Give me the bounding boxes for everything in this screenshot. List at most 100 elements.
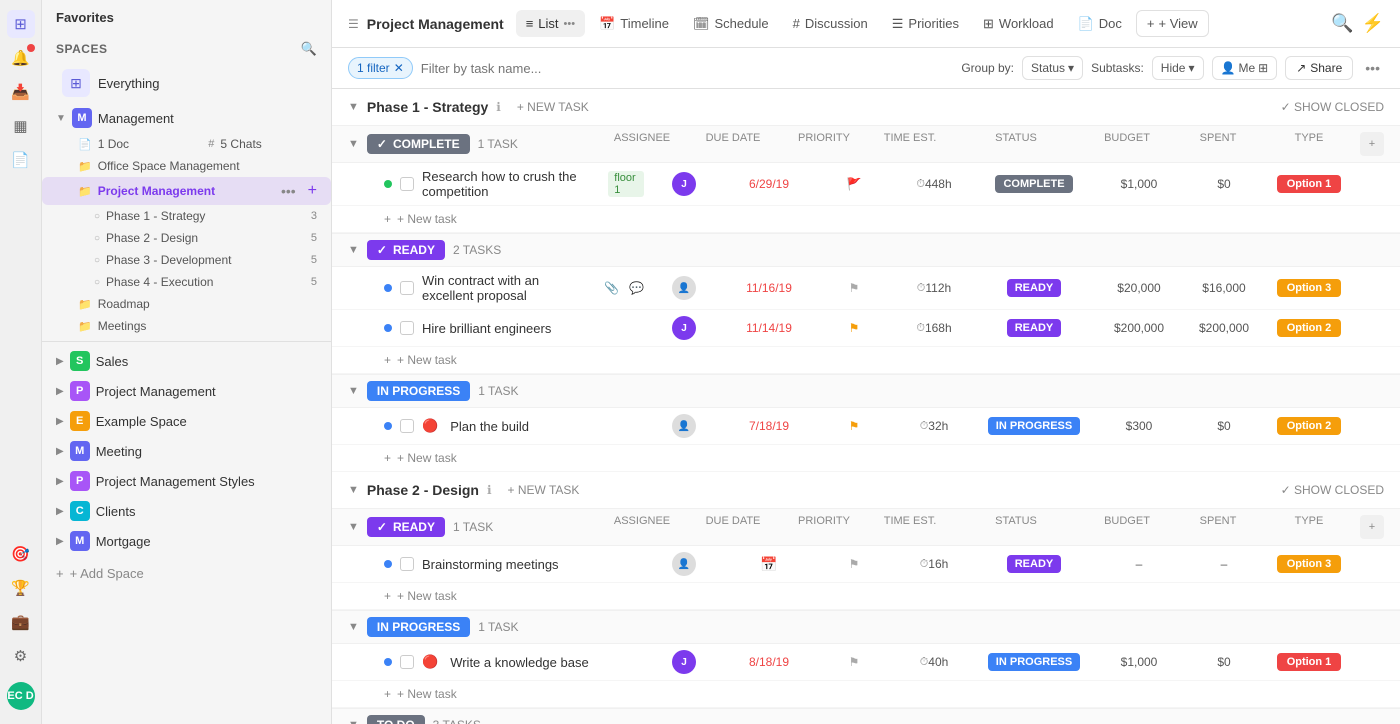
task-checkbox[interactable] xyxy=(400,177,414,191)
todo-badge[interactable]: TO DO xyxy=(367,715,425,724)
project-management-item[interactable]: 📁 Project Management ••• + xyxy=(42,177,331,205)
group-by-btn[interactable]: Status ▾ xyxy=(1022,56,1083,80)
complete-badge[interactable]: ✓ COMPLETE xyxy=(367,134,470,154)
plan-type: Option 2 xyxy=(1264,417,1354,435)
complete-chevron[interactable]: ▼ xyxy=(348,138,359,150)
tab-timeline[interactable]: 📅 Timeline xyxy=(589,10,679,38)
management-doc-item[interactable]: 📄 1 Doc # 5 Chats xyxy=(42,133,331,155)
me-btn[interactable]: 👤 Me ⊞ xyxy=(1212,56,1278,80)
new-task-ready2[interactable]: + + New task xyxy=(332,583,1400,610)
add-col-btn2[interactable]: + xyxy=(1360,515,1384,539)
settings-icon[interactable]: ⚙ xyxy=(7,642,35,670)
office-space-item[interactable]: 📁 Office Space Management xyxy=(42,155,331,177)
pm-styles-space[interactable]: ▶ P Project Management Styles xyxy=(42,466,331,496)
plan-check[interactable] xyxy=(400,419,414,433)
inprogress-chevron[interactable]: ▼ xyxy=(348,385,359,397)
ready-badge[interactable]: ✓ READY xyxy=(367,240,445,260)
add-view-btn[interactable]: + + View xyxy=(1136,10,1209,37)
phase1-new-task-link[interactable]: + NEW TASK xyxy=(517,100,589,114)
grid-icon[interactable]: ▦ xyxy=(7,112,35,140)
new-task-inprogress2[interactable]: + + New task xyxy=(332,681,1400,708)
bell-icon[interactable]: 🔔 xyxy=(7,44,35,72)
phase2-header[interactable]: ▼ Phase 2 - Design ℹ + NEW TASK ✓ SHOW C… xyxy=(332,472,1400,508)
filter-input[interactable] xyxy=(421,61,954,76)
example-space[interactable]: ▶ E Example Space xyxy=(42,406,331,436)
roadmap-item[interactable]: 📁 Roadmap xyxy=(42,293,331,315)
doc-icon[interactable]: 📄 xyxy=(7,146,35,174)
task-row-hire[interactable]: Hire brilliant engineers J 11/14/19 ⚑ ⏱ … xyxy=(332,310,1400,347)
pm-more-icon[interactable]: ••• xyxy=(277,181,300,201)
todo-chevron[interactable]: ▼ xyxy=(348,719,359,724)
hire-check[interactable] xyxy=(400,321,414,335)
inprogress-badge[interactable]: IN PROGRESS xyxy=(367,381,470,401)
search-icon[interactable]: 🔍 xyxy=(301,41,317,57)
inprogress2-chevron[interactable]: ▼ xyxy=(348,621,359,633)
task-row-write[interactable]: 🔴 Write a knowledge base J 8/18/19 ⚑ ⏱ 4… xyxy=(332,644,1400,681)
phase2-design-item[interactable]: ○ Phase 2 - Design 5 xyxy=(42,227,331,249)
phase1-count: 3 xyxy=(311,210,317,222)
phase2-show-closed[interactable]: ✓ SHOW CLOSED xyxy=(1281,483,1384,497)
win-check[interactable] xyxy=(400,281,414,295)
lightning-icon[interactable]: ⚡ xyxy=(1362,13,1384,34)
task-row-plan[interactable]: 🔴 Plan the build 👤 7/18/19 ⚑ ⏱ 32h IN PR… xyxy=(332,408,1400,445)
task-row-win[interactable]: Win contract with an excellent proposal … xyxy=(332,267,1400,310)
row-more[interactable] xyxy=(1354,182,1384,186)
briefcase-icon[interactable]: 💼 xyxy=(7,608,35,636)
phase2-new-task-link[interactable]: + NEW TASK xyxy=(508,483,580,497)
phase1-strategy-item[interactable]: ○ Phase 1 - Strategy 3 xyxy=(42,205,331,227)
tab-list[interactable]: ≡ List ••• xyxy=(516,10,585,37)
search-top-icon[interactable]: 🔍 xyxy=(1331,13,1353,34)
home-icon[interactable]: ⊞ xyxy=(7,10,35,38)
brain-check[interactable] xyxy=(400,557,414,571)
clients-space[interactable]: ▶ C Clients xyxy=(42,496,331,526)
share-btn[interactable]: ↗ Share xyxy=(1285,56,1353,80)
ready2-badge[interactable]: ✓ READY xyxy=(367,517,445,537)
todo-group-row: ▼ TO DO 3 TASKS xyxy=(332,708,1400,724)
filter-more-icon[interactable]: ••• xyxy=(1361,58,1384,78)
task-row[interactable]: Research how to crush the competition fl… xyxy=(332,163,1400,206)
add-space-btn[interactable]: + + Add Space xyxy=(42,560,331,587)
filter-close-icon[interactable]: ✕ xyxy=(394,61,404,75)
clients-label: Clients xyxy=(96,504,317,519)
new-task-inprogress[interactable]: + + New task xyxy=(332,445,1400,472)
me-icon: 👤 xyxy=(1221,61,1236,75)
pm-add-icon[interactable]: + xyxy=(308,182,317,200)
everything-item[interactable]: ⊞ Everything xyxy=(48,64,325,102)
filter-tag[interactable]: 1 filter ✕ xyxy=(348,57,413,79)
row-more-icon[interactable] xyxy=(1365,182,1373,186)
workload-icon: ⊞ xyxy=(983,16,994,32)
phase1-show-closed[interactable]: ✓ SHOW CLOSED xyxy=(1281,100,1384,114)
phase1-header[interactable]: ▼ Phase 1 - Strategy ℹ + NEW TASK ✓ SHOW… xyxy=(332,89,1400,125)
write-check[interactable] xyxy=(400,655,414,669)
inprogress2-badge[interactable]: IN PROGRESS xyxy=(367,617,470,637)
tab-schedule[interactable]: 🗓 Schedule xyxy=(683,10,779,38)
task-row-brain[interactable]: Brainstorming meetings 👤 📅 ⚑ ⏱ 16h READY xyxy=(332,546,1400,583)
target-icon[interactable]: 🎯 xyxy=(7,540,35,568)
user-avatar[interactable]: EC D xyxy=(7,682,35,710)
meeting-space[interactable]: ▶ M Meeting xyxy=(42,436,331,466)
ready2-chevron[interactable]: ▼ xyxy=(348,521,359,533)
hire-avatar: J xyxy=(672,316,696,340)
phase4-exec-item[interactable]: ○ Phase 4 - Execution 5 xyxy=(42,271,331,293)
tab-priorities[interactable]: ☰ Priorities xyxy=(882,10,969,38)
meetings-item[interactable]: 📁 Meetings xyxy=(42,315,331,337)
sales-space[interactable]: ▶ S Sales xyxy=(42,346,331,376)
tab-discussion[interactable]: # Discussion xyxy=(783,10,878,37)
phase3-dev-item[interactable]: ○ Phase 3 - Development 5 xyxy=(42,249,331,271)
inbox-icon[interactable]: 📥 xyxy=(7,78,35,106)
ready-chevron[interactable]: ▼ xyxy=(348,244,359,256)
list-more-icon[interactable]: ••• xyxy=(564,18,576,30)
priority-flag-icon: 🚩 xyxy=(847,177,862,191)
new-task-ready[interactable]: + + New task xyxy=(332,347,1400,374)
tab-doc[interactable]: 📄 Doc xyxy=(1068,10,1132,38)
trophy-icon[interactable]: 🏆 xyxy=(7,574,35,602)
management-space[interactable]: ▼ M Management xyxy=(42,103,331,133)
mortgage-space[interactable]: ▶ M Mortgage xyxy=(42,526,331,556)
pm-styles-label: Project Management Styles xyxy=(96,474,317,489)
new-task-complete[interactable]: + + New task xyxy=(332,206,1400,233)
pm-space[interactable]: ▶ P Project Management xyxy=(42,376,331,406)
type-cell: Option 1 xyxy=(1264,175,1354,193)
tab-workload[interactable]: ⊞ Workload xyxy=(973,10,1064,38)
add-col-btn[interactable]: + xyxy=(1360,132,1384,156)
subtasks-btn[interactable]: Hide ▾ xyxy=(1152,56,1204,80)
